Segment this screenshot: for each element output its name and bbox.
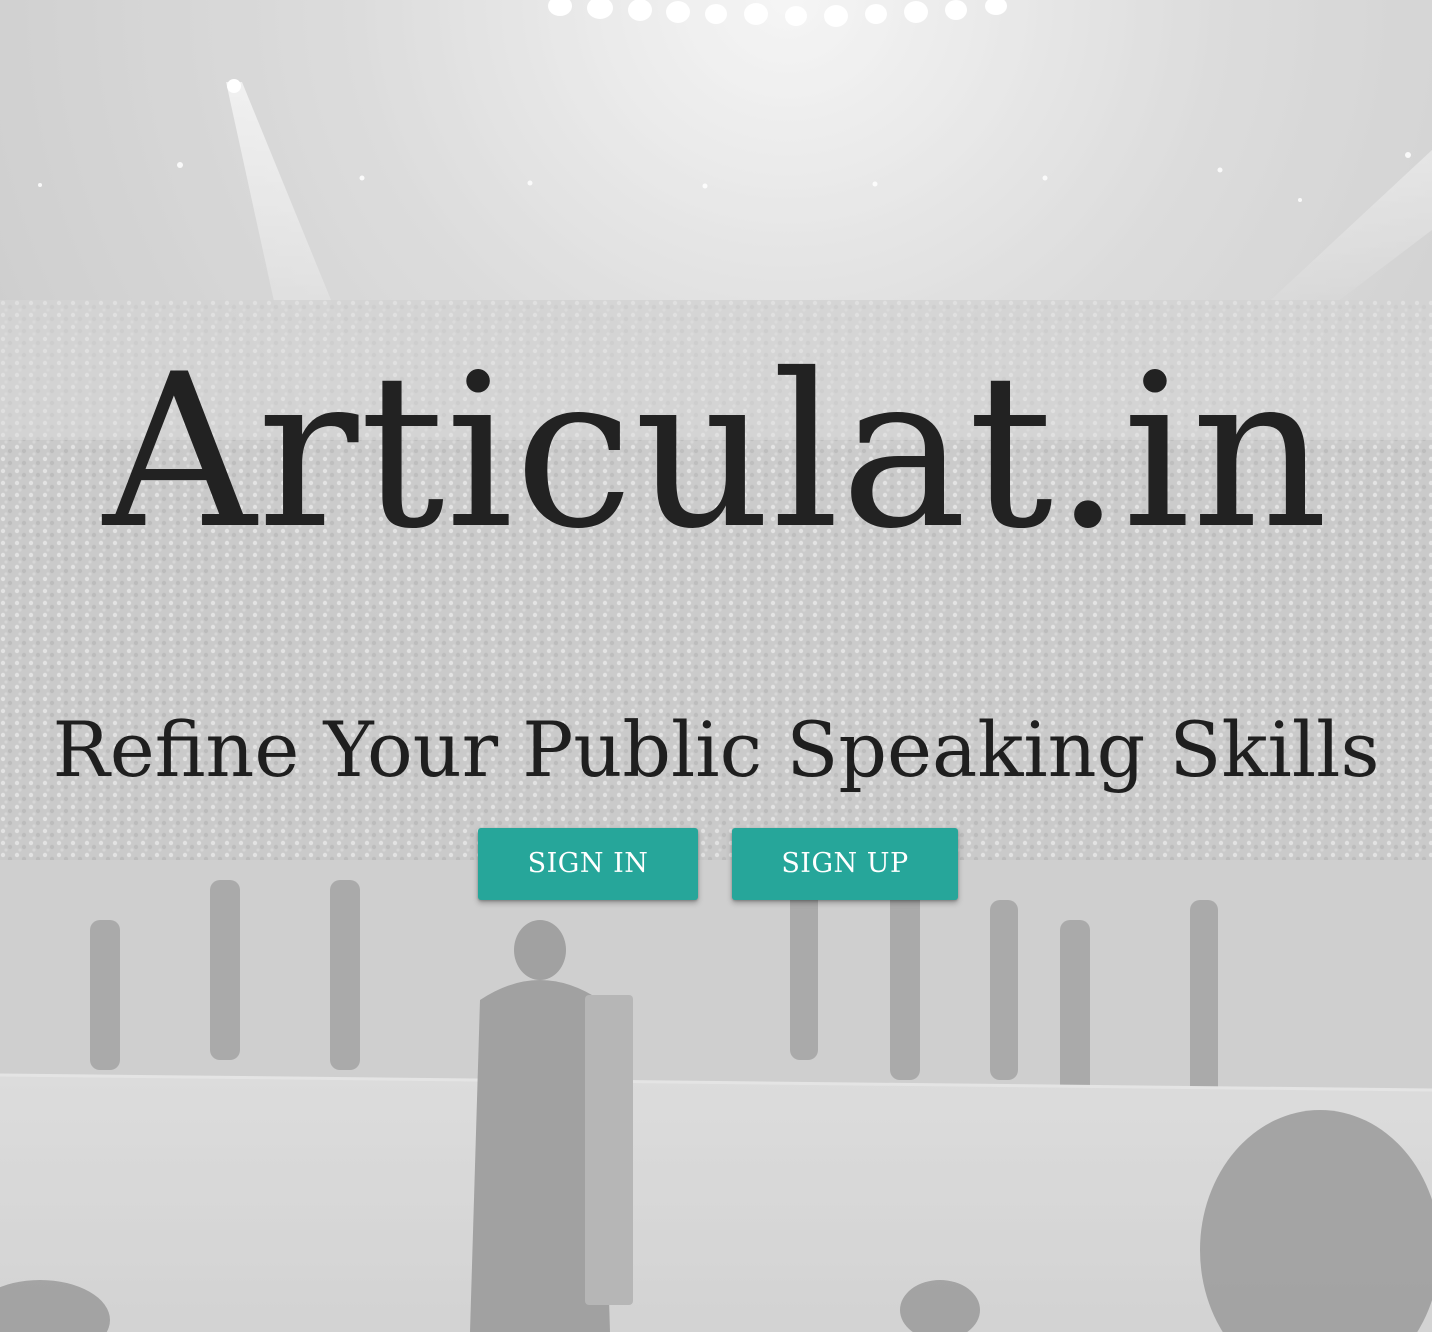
sign-up-button[interactable]: SIGN UP <box>732 828 958 900</box>
tagline: Refine Your Public Speaking Skills <box>52 705 1380 794</box>
hero-content: Articulat.in Refine Your Public Speaking… <box>0 0 1432 1332</box>
brand-title: Articulat.in <box>103 328 1329 575</box>
hero-section: Articulat.in Refine Your Public Speaking… <box>0 0 1432 1332</box>
sign-in-button[interactable]: SIGN IN <box>478 828 698 900</box>
